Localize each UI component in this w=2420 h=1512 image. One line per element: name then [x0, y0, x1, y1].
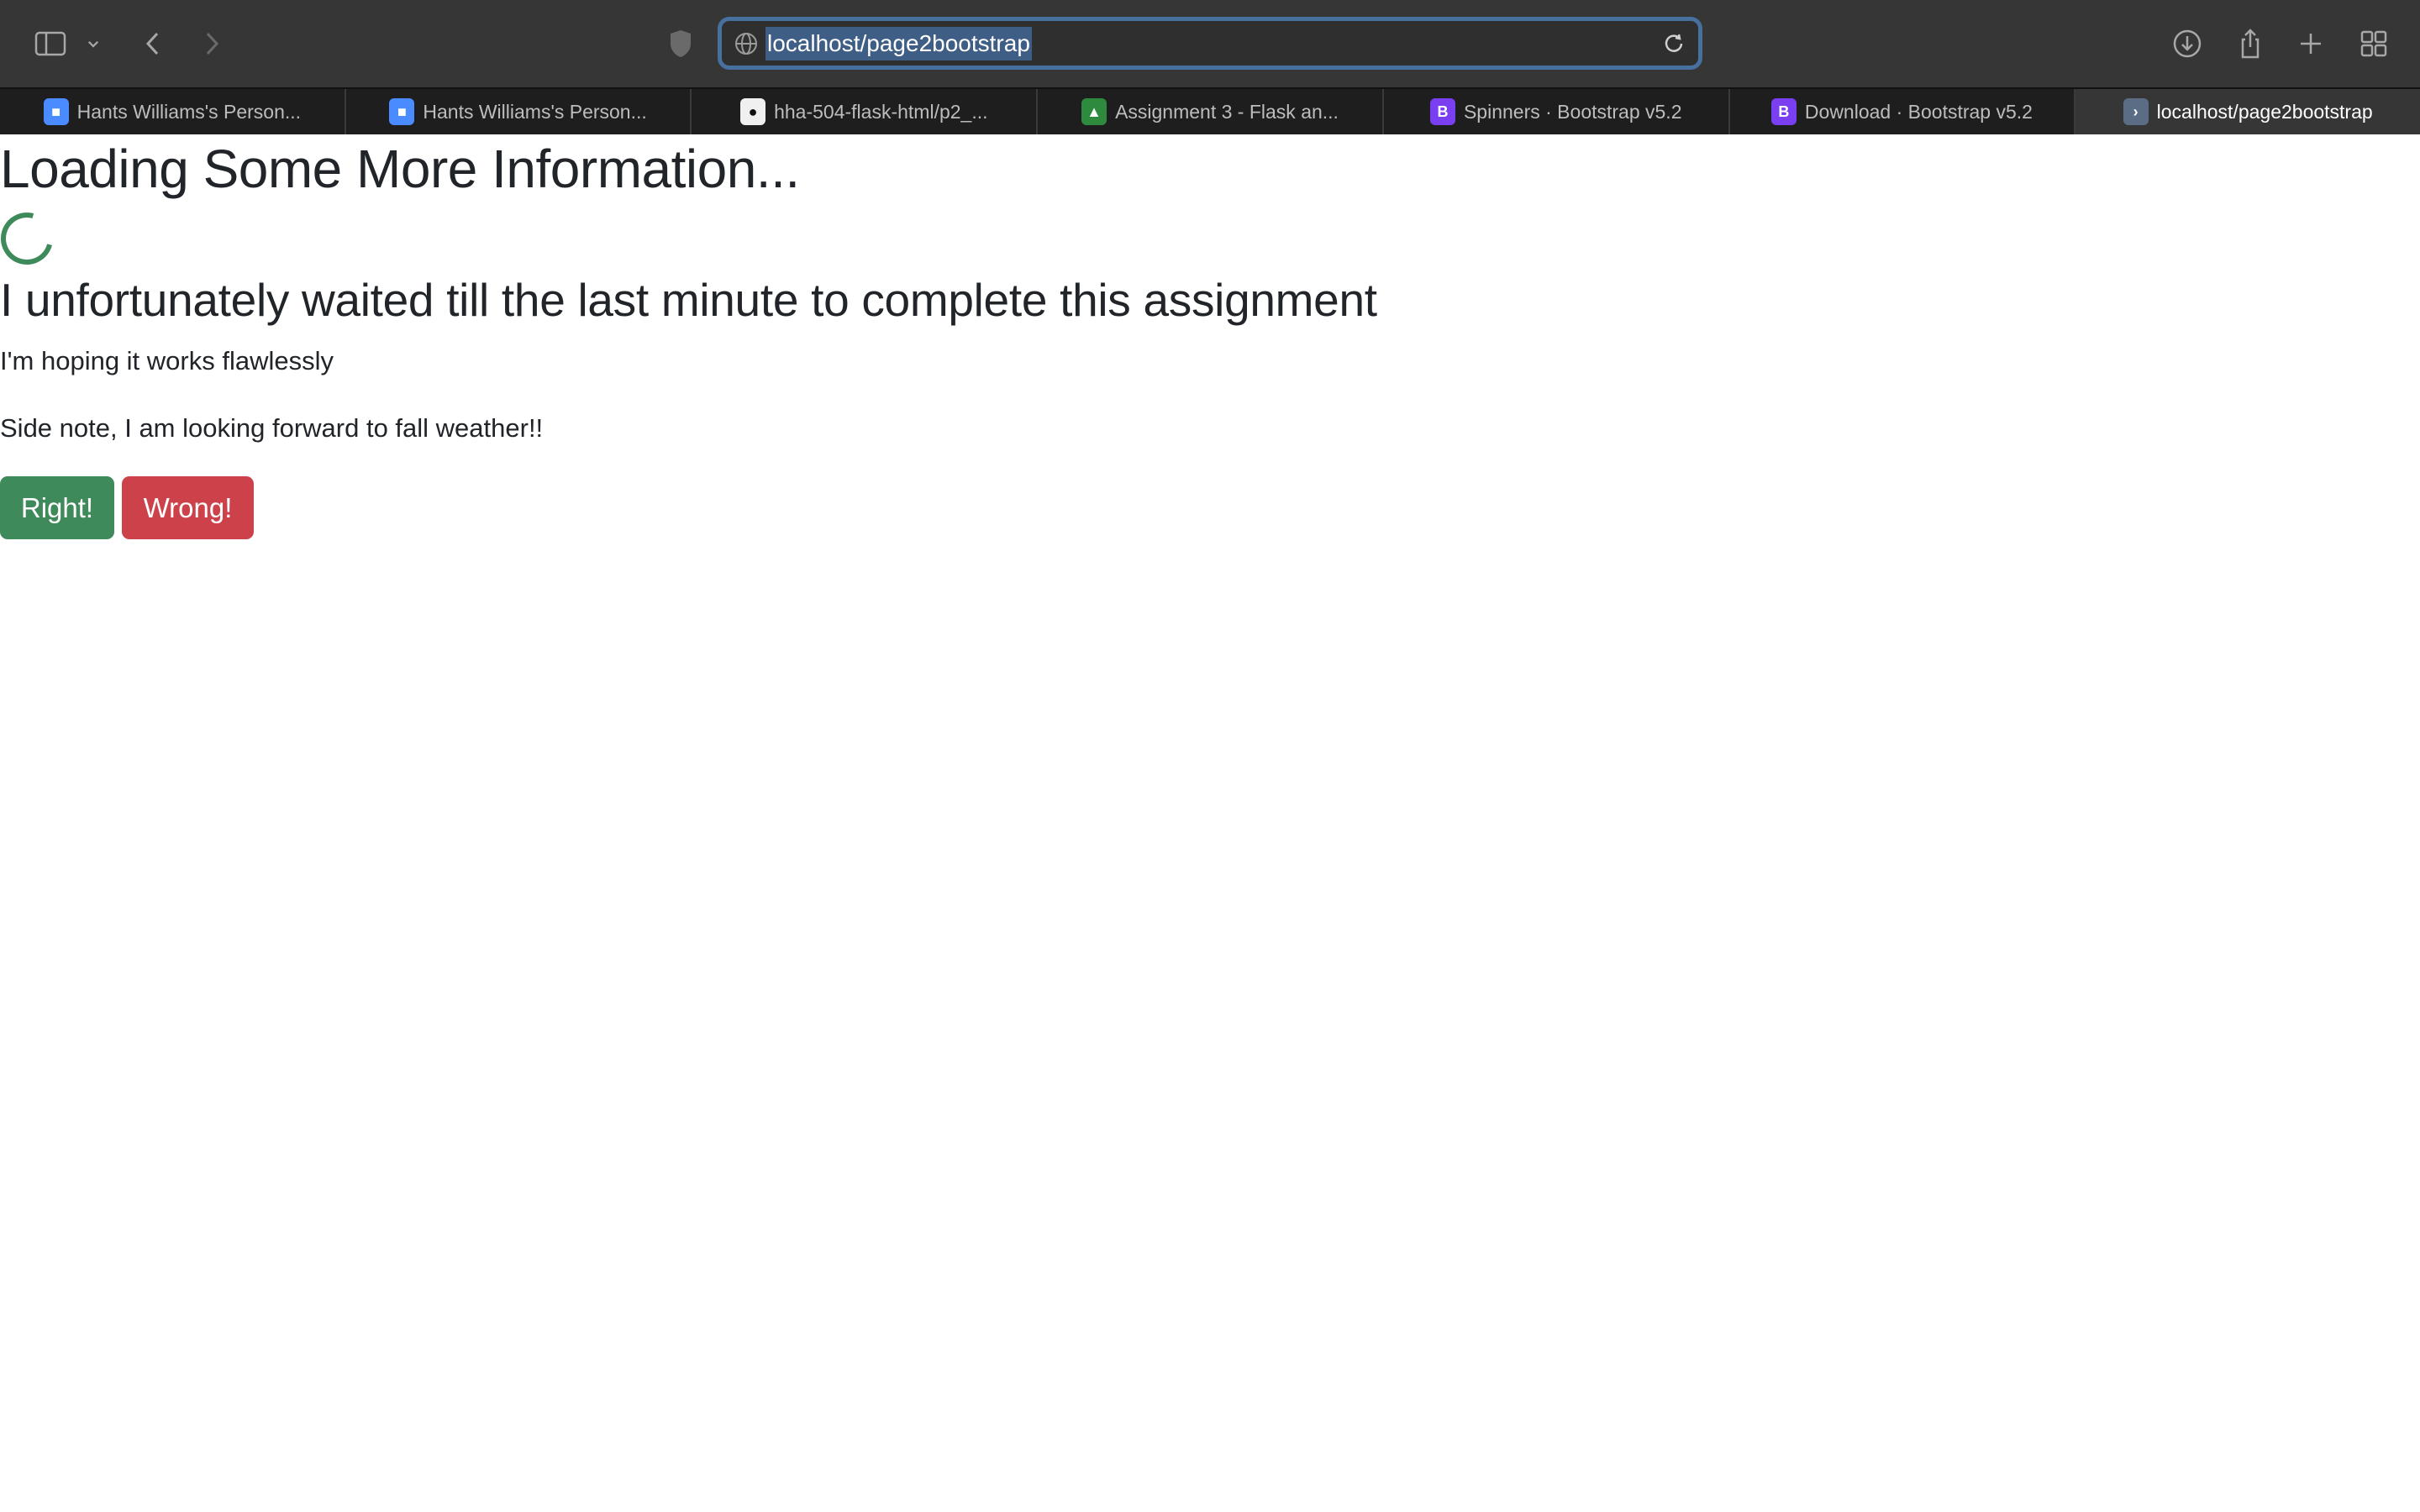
classroom-icon: ▲: [1081, 98, 1107, 125]
tab-2[interactable]: ■ Hants Williams's Person...: [346, 89, 692, 134]
tab-5[interactable]: B Spinners · Bootstrap v5.2: [1384, 89, 1730, 134]
terminal-icon: ›: [2123, 98, 2149, 125]
tab-title: Download · Bootstrap v5.2: [1804, 100, 2033, 123]
tab-title: Assignment 3 - Flask an...: [1115, 100, 1339, 123]
browser-toolbar: localhost/page2bootstrap: [0, 0, 2420, 87]
sidebar-toggle-icon[interactable]: [34, 27, 67, 60]
globe-icon: [735, 32, 757, 55]
loading-spinner: [0, 202, 63, 275]
shield-icon[interactable]: [664, 27, 697, 60]
chevron-down-icon[interactable]: [81, 27, 106, 60]
url-text[interactable]: localhost/page2bootstrap: [765, 26, 1032, 60]
right-button[interactable]: Right!: [0, 476, 114, 539]
tab-6[interactable]: B Download · Bootstrap v5.2: [1730, 89, 2076, 134]
tab-7[interactable]: › localhost/page2bootstrap: [2075, 89, 2420, 134]
subheading: I unfortunately waited till the last min…: [0, 274, 1377, 326]
new-tab-icon[interactable]: [2294, 27, 2328, 60]
tab-bar: ■ Hants Williams's Person... ■ Hants Willia…: [0, 87, 2420, 134]
github-icon: ●: [740, 98, 766, 125]
tab-title: Hants Williams's Person...: [423, 100, 647, 123]
address-bar[interactable]: localhost/page2bootstrap: [718, 17, 1702, 70]
tab-title: hha-504-flask-html/p2_...: [774, 100, 988, 123]
back-icon[interactable]: [136, 27, 170, 60]
tab-1[interactable]: ■ Hants Williams's Person...: [0, 89, 346, 134]
tab-3[interactable]: ● hha-504-flask-html/p2_...: [692, 89, 1039, 134]
tab-title: Hants Williams's Person...: [76, 100, 302, 123]
tab-overview-icon[interactable]: [2357, 27, 2391, 60]
tab-title: localhost/page2bootstrap: [2156, 100, 2373, 123]
reload-icon[interactable]: [1661, 31, 1686, 56]
paragraph-side-note: Side note, I am looking forward to fall …: [0, 413, 544, 443]
tab-4[interactable]: ▲ Assignment 3 - Flask an...: [1038, 89, 1384, 134]
paragraph-hoping: I'm hoping it works flawlessly: [0, 346, 334, 375]
bootstrap-icon: B: [1429, 98, 1455, 125]
wrong-button[interactable]: Wrong!: [122, 476, 254, 539]
page-title: Loading Some More Information...: [0, 139, 800, 199]
share-icon[interactable]: [2233, 27, 2267, 60]
zoom-icon: ■: [43, 98, 69, 125]
zoom-icon: ■: [389, 98, 415, 125]
download-icon[interactable]: [2170, 27, 2204, 60]
forward-icon[interactable]: [195, 27, 229, 60]
bootstrap-icon: B: [1770, 98, 1797, 125]
tab-title: Spinners · Bootstrap v5.2: [1463, 100, 1682, 123]
